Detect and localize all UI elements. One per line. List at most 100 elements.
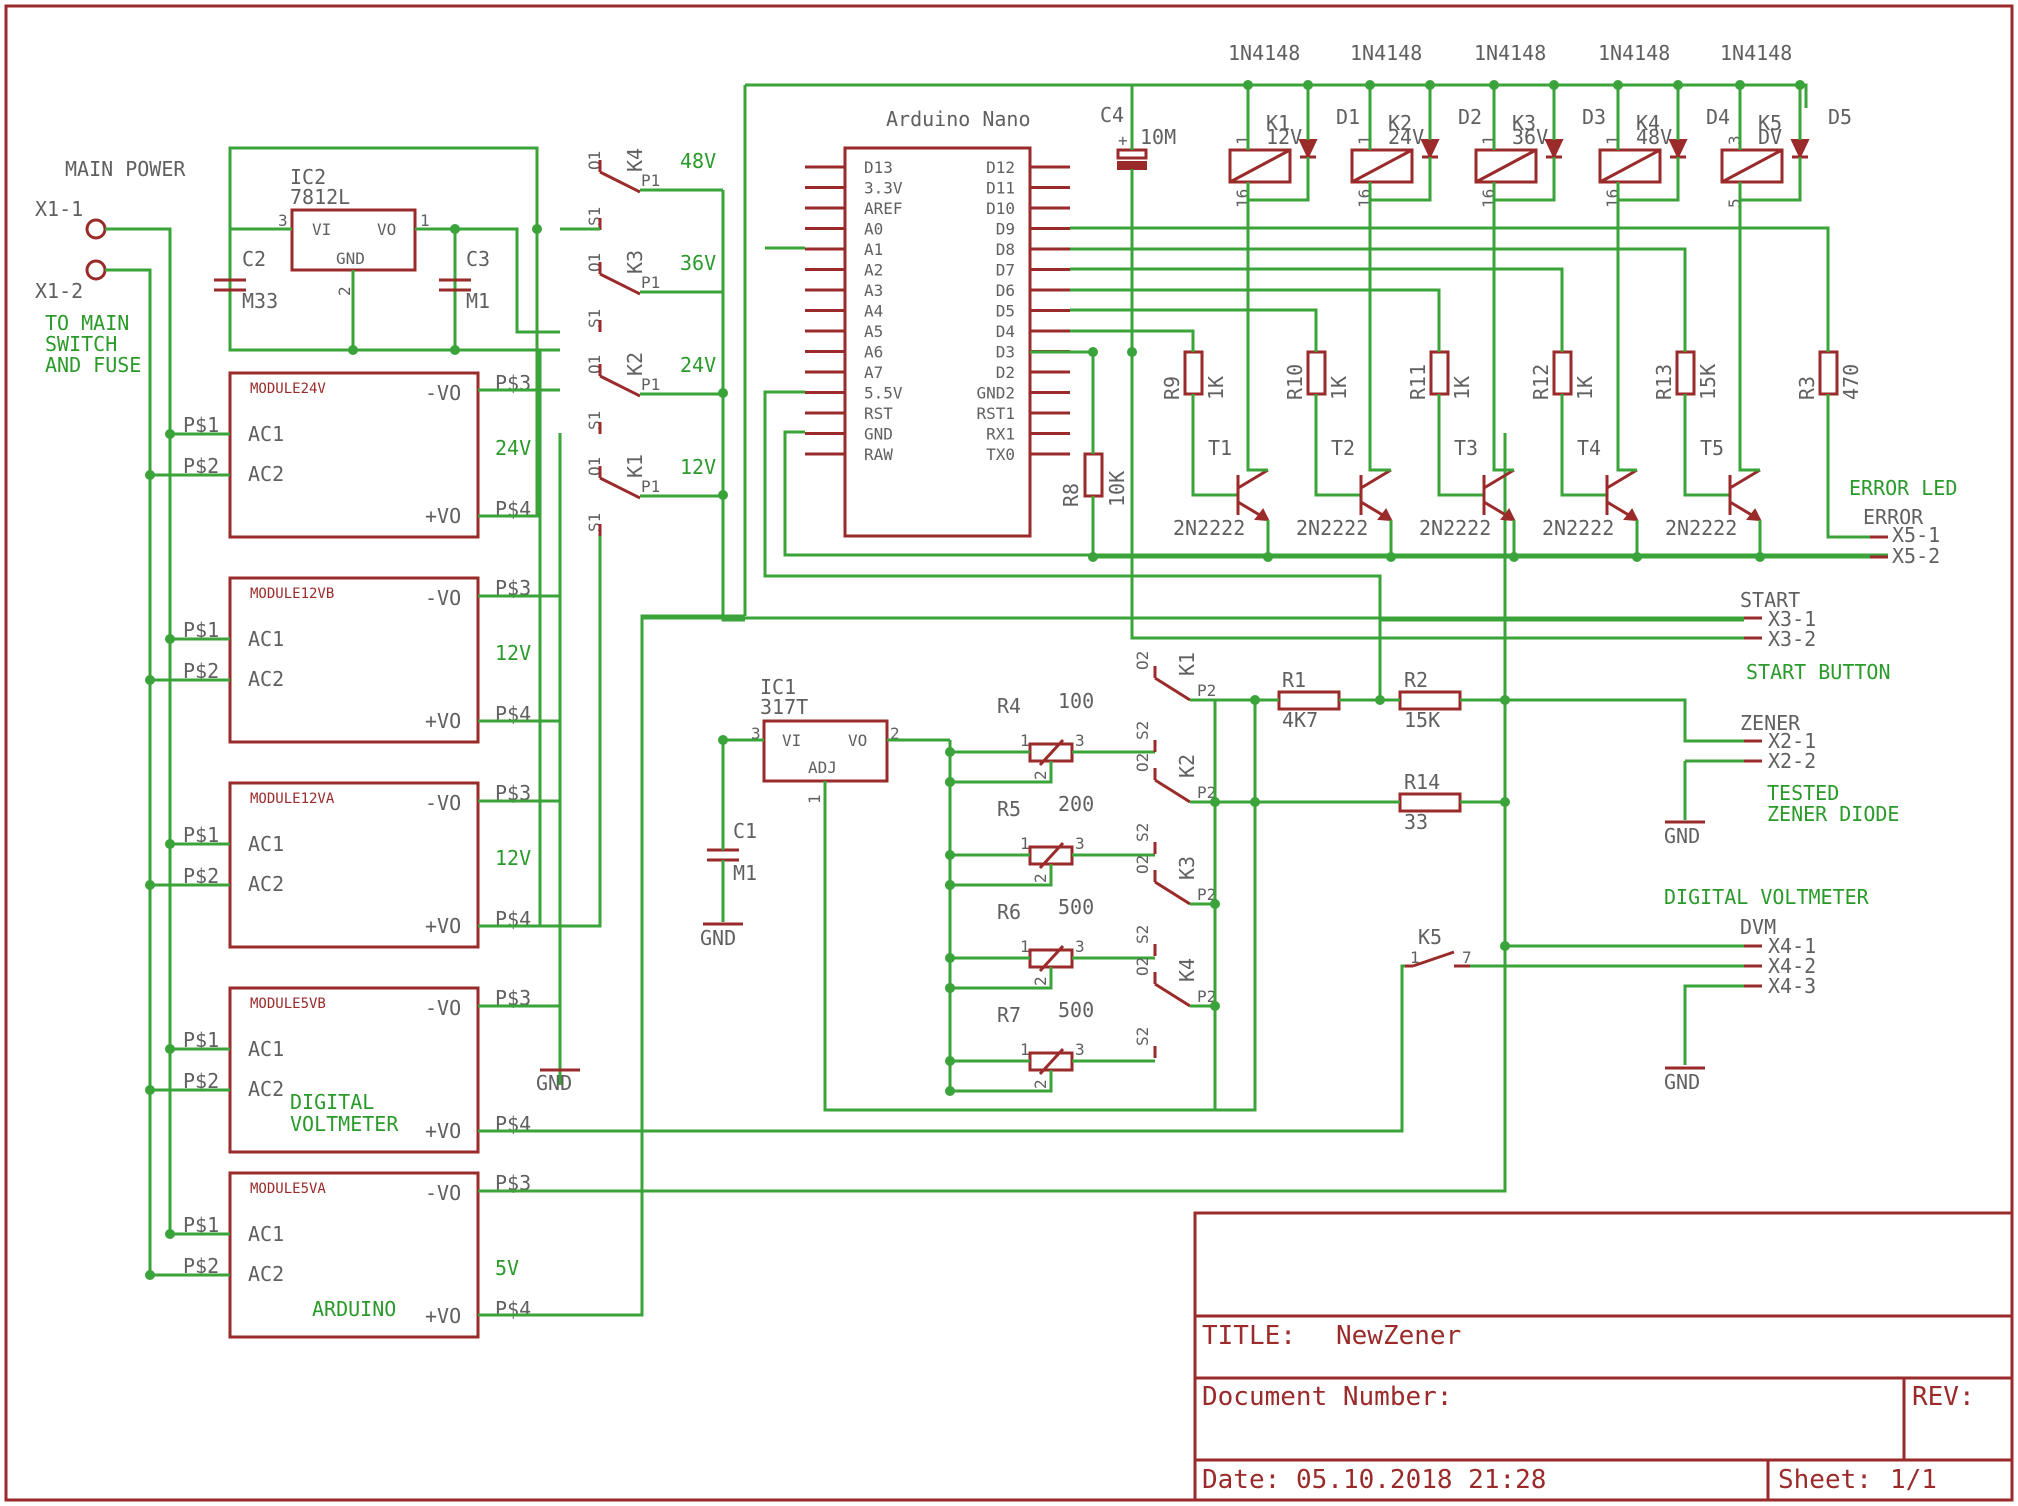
c2-ref: C2 xyxy=(242,247,266,271)
base-resistor-value: 1K xyxy=(1450,376,1474,400)
base-resistor-body xyxy=(1306,350,1327,396)
junction xyxy=(1489,80,1499,90)
transistor-part: 2N2222 xyxy=(1419,516,1491,540)
arduino-pin-left: A0 xyxy=(864,220,883,239)
junction xyxy=(1549,80,1559,90)
contact-pin-p2: P2 xyxy=(1197,681,1216,700)
contact-pin-s2: S2 xyxy=(1133,721,1152,740)
k5-contact-pin7: 7 xyxy=(1462,948,1472,967)
arduino-pin-left: A2 xyxy=(864,261,883,280)
wire-m5vb-pos xyxy=(478,964,1413,1133)
module-5va: MODULE5VA 5V ARDUINO xyxy=(228,1171,519,1339)
relay-voltage: 48V xyxy=(1636,125,1672,149)
module-pin-ac1: AC1 xyxy=(248,1037,284,1061)
wire-relay-bottom xyxy=(1616,157,1680,202)
r8-value: 10K xyxy=(1105,471,1129,507)
arduino-title: Arduino Nano xyxy=(886,107,1031,131)
junction xyxy=(718,388,728,398)
title-label: TITLE: xyxy=(1202,1321,1296,1351)
base-resistor-ref: R10 xyxy=(1283,364,1307,400)
module-pin-vpos: +VO xyxy=(425,504,461,528)
main-power-title: MAIN POWER xyxy=(65,157,186,181)
selector-relay-ref: K3 xyxy=(623,250,647,274)
pot-stage: R4 1001 32O2S2K1P2R5 2001 32O2S2K2P2R6 5001 32… xyxy=(945,651,1220,1110)
module-pin-vpos: +VO xyxy=(425,709,461,733)
transistor-collector xyxy=(1729,468,1761,490)
r2-value: 15K xyxy=(1404,708,1440,732)
arduino-pin-left: A4 xyxy=(864,302,883,321)
relay-voltage: 12V xyxy=(1266,125,1302,149)
contact-pin-o2: O2 xyxy=(1133,855,1152,874)
module-pin-ac2: AC2 xyxy=(248,872,284,896)
title-value: NewZener xyxy=(1336,1321,1461,1351)
selector-relay-ref: K1 xyxy=(623,454,647,478)
base-resistor-value: 1K xyxy=(1573,376,1597,400)
r2-body xyxy=(1398,690,1462,711)
module-out-voltage: 5V xyxy=(495,1256,519,1280)
diode-ref: D1 xyxy=(1336,105,1360,129)
selector-pin-p1: P1 xyxy=(641,171,660,190)
base-resistor-body xyxy=(1429,350,1450,396)
contact-relay-ref: K2 xyxy=(1175,754,1199,778)
base-resistor-value: 15K xyxy=(1696,364,1720,400)
relay-coil-slash xyxy=(1475,148,1537,184)
arduino-pin-right: D5 xyxy=(996,302,1015,321)
module-name: MODULE5VA xyxy=(250,1181,326,1197)
transistor-collector xyxy=(1237,468,1269,490)
module-out-voltage: 12V xyxy=(495,641,531,665)
wire-arduino-to-resistor xyxy=(1070,288,1441,352)
dvm-title: DIGITAL VOLTMETER xyxy=(1664,885,1870,909)
module-out-voltage: 24V xyxy=(495,436,531,460)
selector-pin-p1: P1 xyxy=(641,273,660,292)
wire-r2-zener xyxy=(1460,698,1744,743)
wire-r8-top xyxy=(1030,350,1095,454)
wire-c4-bottom xyxy=(1130,169,1760,640)
contact-blade xyxy=(1154,778,1191,804)
diode-ref: D5 xyxy=(1828,105,1852,129)
base-resistor-body xyxy=(1675,350,1696,396)
arduino-pin-right: D2 xyxy=(996,363,1015,382)
r14-value: 33 xyxy=(1404,810,1428,834)
contact-pin-o2: O2 xyxy=(1133,957,1152,976)
wire-collector-to-relay xyxy=(1368,200,1391,472)
arduino-pin-left: A7 xyxy=(864,363,883,382)
pot-pin-3: 3 xyxy=(1075,1040,1085,1059)
selector-pin-p1: P1 xyxy=(641,477,660,496)
module-pin-ac2: AC2 xyxy=(248,462,284,486)
c1-ref: C1 xyxy=(733,819,757,843)
selector-relay-voltage: 48V xyxy=(680,149,716,173)
junction xyxy=(165,1044,175,1054)
diode-body xyxy=(1790,139,1810,160)
junction xyxy=(1250,797,1260,807)
arduino-pin-right: D12 xyxy=(986,158,1015,177)
wire-relay-bottom xyxy=(1738,157,1802,202)
selector-relay-ref: K4 xyxy=(623,148,647,172)
arduino-pin-left: GND xyxy=(864,425,893,444)
wire-x4-3 xyxy=(1683,984,1744,1065)
relay-voltage: 24V xyxy=(1388,125,1424,149)
junction xyxy=(1500,695,1510,705)
module-pin-vneg: -VO xyxy=(425,586,461,610)
transistor-ref: T2 xyxy=(1331,436,1355,460)
module-pin-vneg: -VO xyxy=(425,381,461,405)
selector-relay-voltage: 36V xyxy=(680,251,716,275)
junction xyxy=(1500,941,1510,951)
contact-blade xyxy=(1154,676,1191,702)
junction xyxy=(165,634,175,644)
junction xyxy=(1500,797,1510,807)
wire-m12b-neg xyxy=(478,594,562,1085)
module-pin-ac1: AC1 xyxy=(248,832,284,856)
junction xyxy=(1735,80,1745,90)
ic2-gnd: GND xyxy=(336,249,365,268)
x3-2-label: X3-2 xyxy=(1768,627,1816,651)
x1-2-label: X1-2 xyxy=(35,279,83,303)
arduino-pin-left: 5.5V xyxy=(864,384,903,403)
junction xyxy=(945,1056,955,1066)
wire-relay-bottom xyxy=(1492,157,1556,202)
arduino-pin-right: D4 xyxy=(996,322,1015,341)
module-pin-vpos: +VO xyxy=(425,1304,461,1328)
junction xyxy=(1425,80,1435,90)
transistor-collector xyxy=(1606,468,1638,490)
junction xyxy=(945,983,955,993)
module-pin-ac1: AC1 xyxy=(248,627,284,651)
